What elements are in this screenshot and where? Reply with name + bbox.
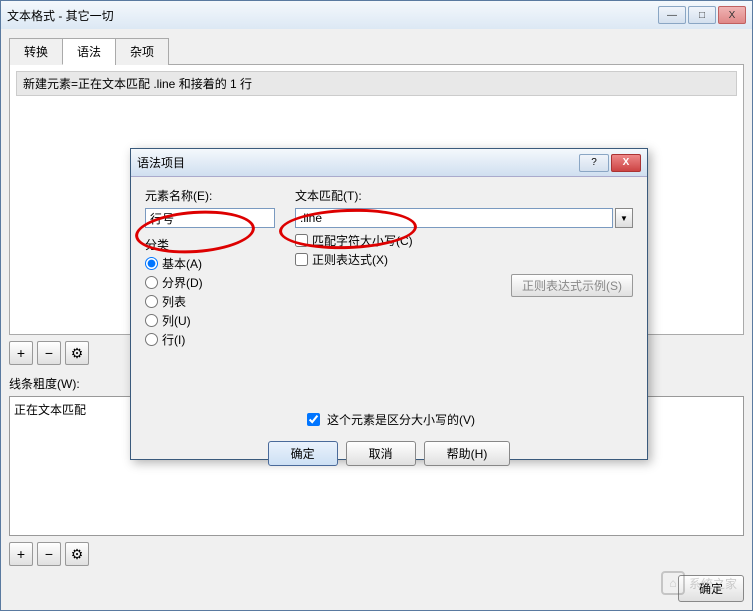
radio-column[interactable]: 列(U)	[145, 312, 275, 329]
minimize-button[interactable]: —	[658, 6, 686, 24]
add-button[interactable]: +	[9, 341, 33, 365]
settings-button[interactable]: ⚙	[65, 341, 89, 365]
check-matchcase[interactable]: 匹配字符大小写(C)	[295, 232, 633, 249]
watermark-text: 系统之家	[689, 575, 737, 592]
dialog-body: 元素名称(E): 分类 基本(A) 分界(D) 列表 列(U) 行(I) 文本匹…	[131, 177, 647, 476]
settings-button-2[interactable]: ⚙	[65, 542, 89, 566]
check-matchcase-input[interactable]	[295, 234, 308, 247]
dialog-close-button[interactable]: X	[611, 154, 641, 172]
add-button-2[interactable]: +	[9, 542, 33, 566]
window-title: 文本格式 - 其它一切	[7, 7, 658, 24]
tab-misc[interactable]: 杂项	[115, 38, 169, 65]
titlebar: 文本格式 - 其它一切 — □ X	[1, 1, 752, 29]
text-match-input[interactable]	[295, 208, 613, 228]
dialog-help-button[interactable]: ?	[579, 154, 609, 172]
dialog-ok-button[interactable]: 确定	[268, 441, 338, 466]
combo-dropdown-button[interactable]: ▼	[615, 208, 633, 228]
category-label: 分类	[145, 236, 275, 253]
tab-syntax[interactable]: 语法	[62, 38, 116, 65]
radio-row[interactable]: 行(I)	[145, 331, 275, 348]
case-sensitive-check[interactable]: 这个元素是区分大小写的(V)	[303, 410, 475, 429]
radio-col-input[interactable]	[145, 314, 158, 327]
dialog-title: 语法项目	[137, 154, 579, 171]
case-sensitive-input[interactable]	[307, 413, 320, 426]
radio-basic-input[interactable]	[145, 257, 158, 270]
dialog-footer: 确定 取消 帮助(H)	[145, 441, 633, 466]
element-name-input[interactable]	[145, 208, 275, 228]
case-sensitive-row: 这个元素是区分大小写的(V)	[145, 410, 633, 429]
regex-example-button[interactable]: 正则表达式示例(S)	[511, 274, 633, 297]
radio-separator[interactable]: 分界(D)	[145, 274, 275, 291]
radio-basic[interactable]: 基本(A)	[145, 255, 275, 272]
category-radios: 基本(A) 分界(D) 列表 列(U) 行(I)	[145, 255, 275, 348]
remove-button[interactable]: −	[37, 341, 61, 365]
radio-list[interactable]: 列表	[145, 293, 275, 310]
remove-button-2[interactable]: −	[37, 542, 61, 566]
check-regex[interactable]: 正则表达式(X)	[295, 251, 633, 268]
tab-convert[interactable]: 转换	[9, 38, 63, 65]
element-summary: 新建元素=正在文本匹配 .line 和接着的 1 行	[16, 71, 737, 96]
list-toolbar-2: + − ⚙	[9, 542, 744, 566]
tab-strip: 转换 语法 杂项	[9, 37, 744, 65]
radio-sep-input[interactable]	[145, 276, 158, 289]
watermark: ⌂ 系统之家	[661, 571, 737, 595]
radio-list-input[interactable]	[145, 295, 158, 308]
maximize-button[interactable]: □	[688, 6, 716, 24]
radio-row-input[interactable]	[145, 333, 158, 346]
check-regex-input[interactable]	[295, 253, 308, 266]
dialog-cancel-button[interactable]: 取消	[346, 441, 416, 466]
syntax-item-dialog: 语法项目 ? X 元素名称(E): 分类 基本(A) 分界(D) 列表 列(U)…	[130, 148, 648, 460]
text-match-label: 文本匹配(T):	[295, 187, 633, 204]
watermark-logo-icon: ⌂	[661, 571, 685, 595]
dialog-titlebar: 语法项目 ? X	[131, 149, 647, 177]
element-name-label: 元素名称(E):	[145, 187, 275, 204]
close-button[interactable]: X	[718, 6, 746, 24]
dialog-help-button-2[interactable]: 帮助(H)	[424, 441, 511, 466]
